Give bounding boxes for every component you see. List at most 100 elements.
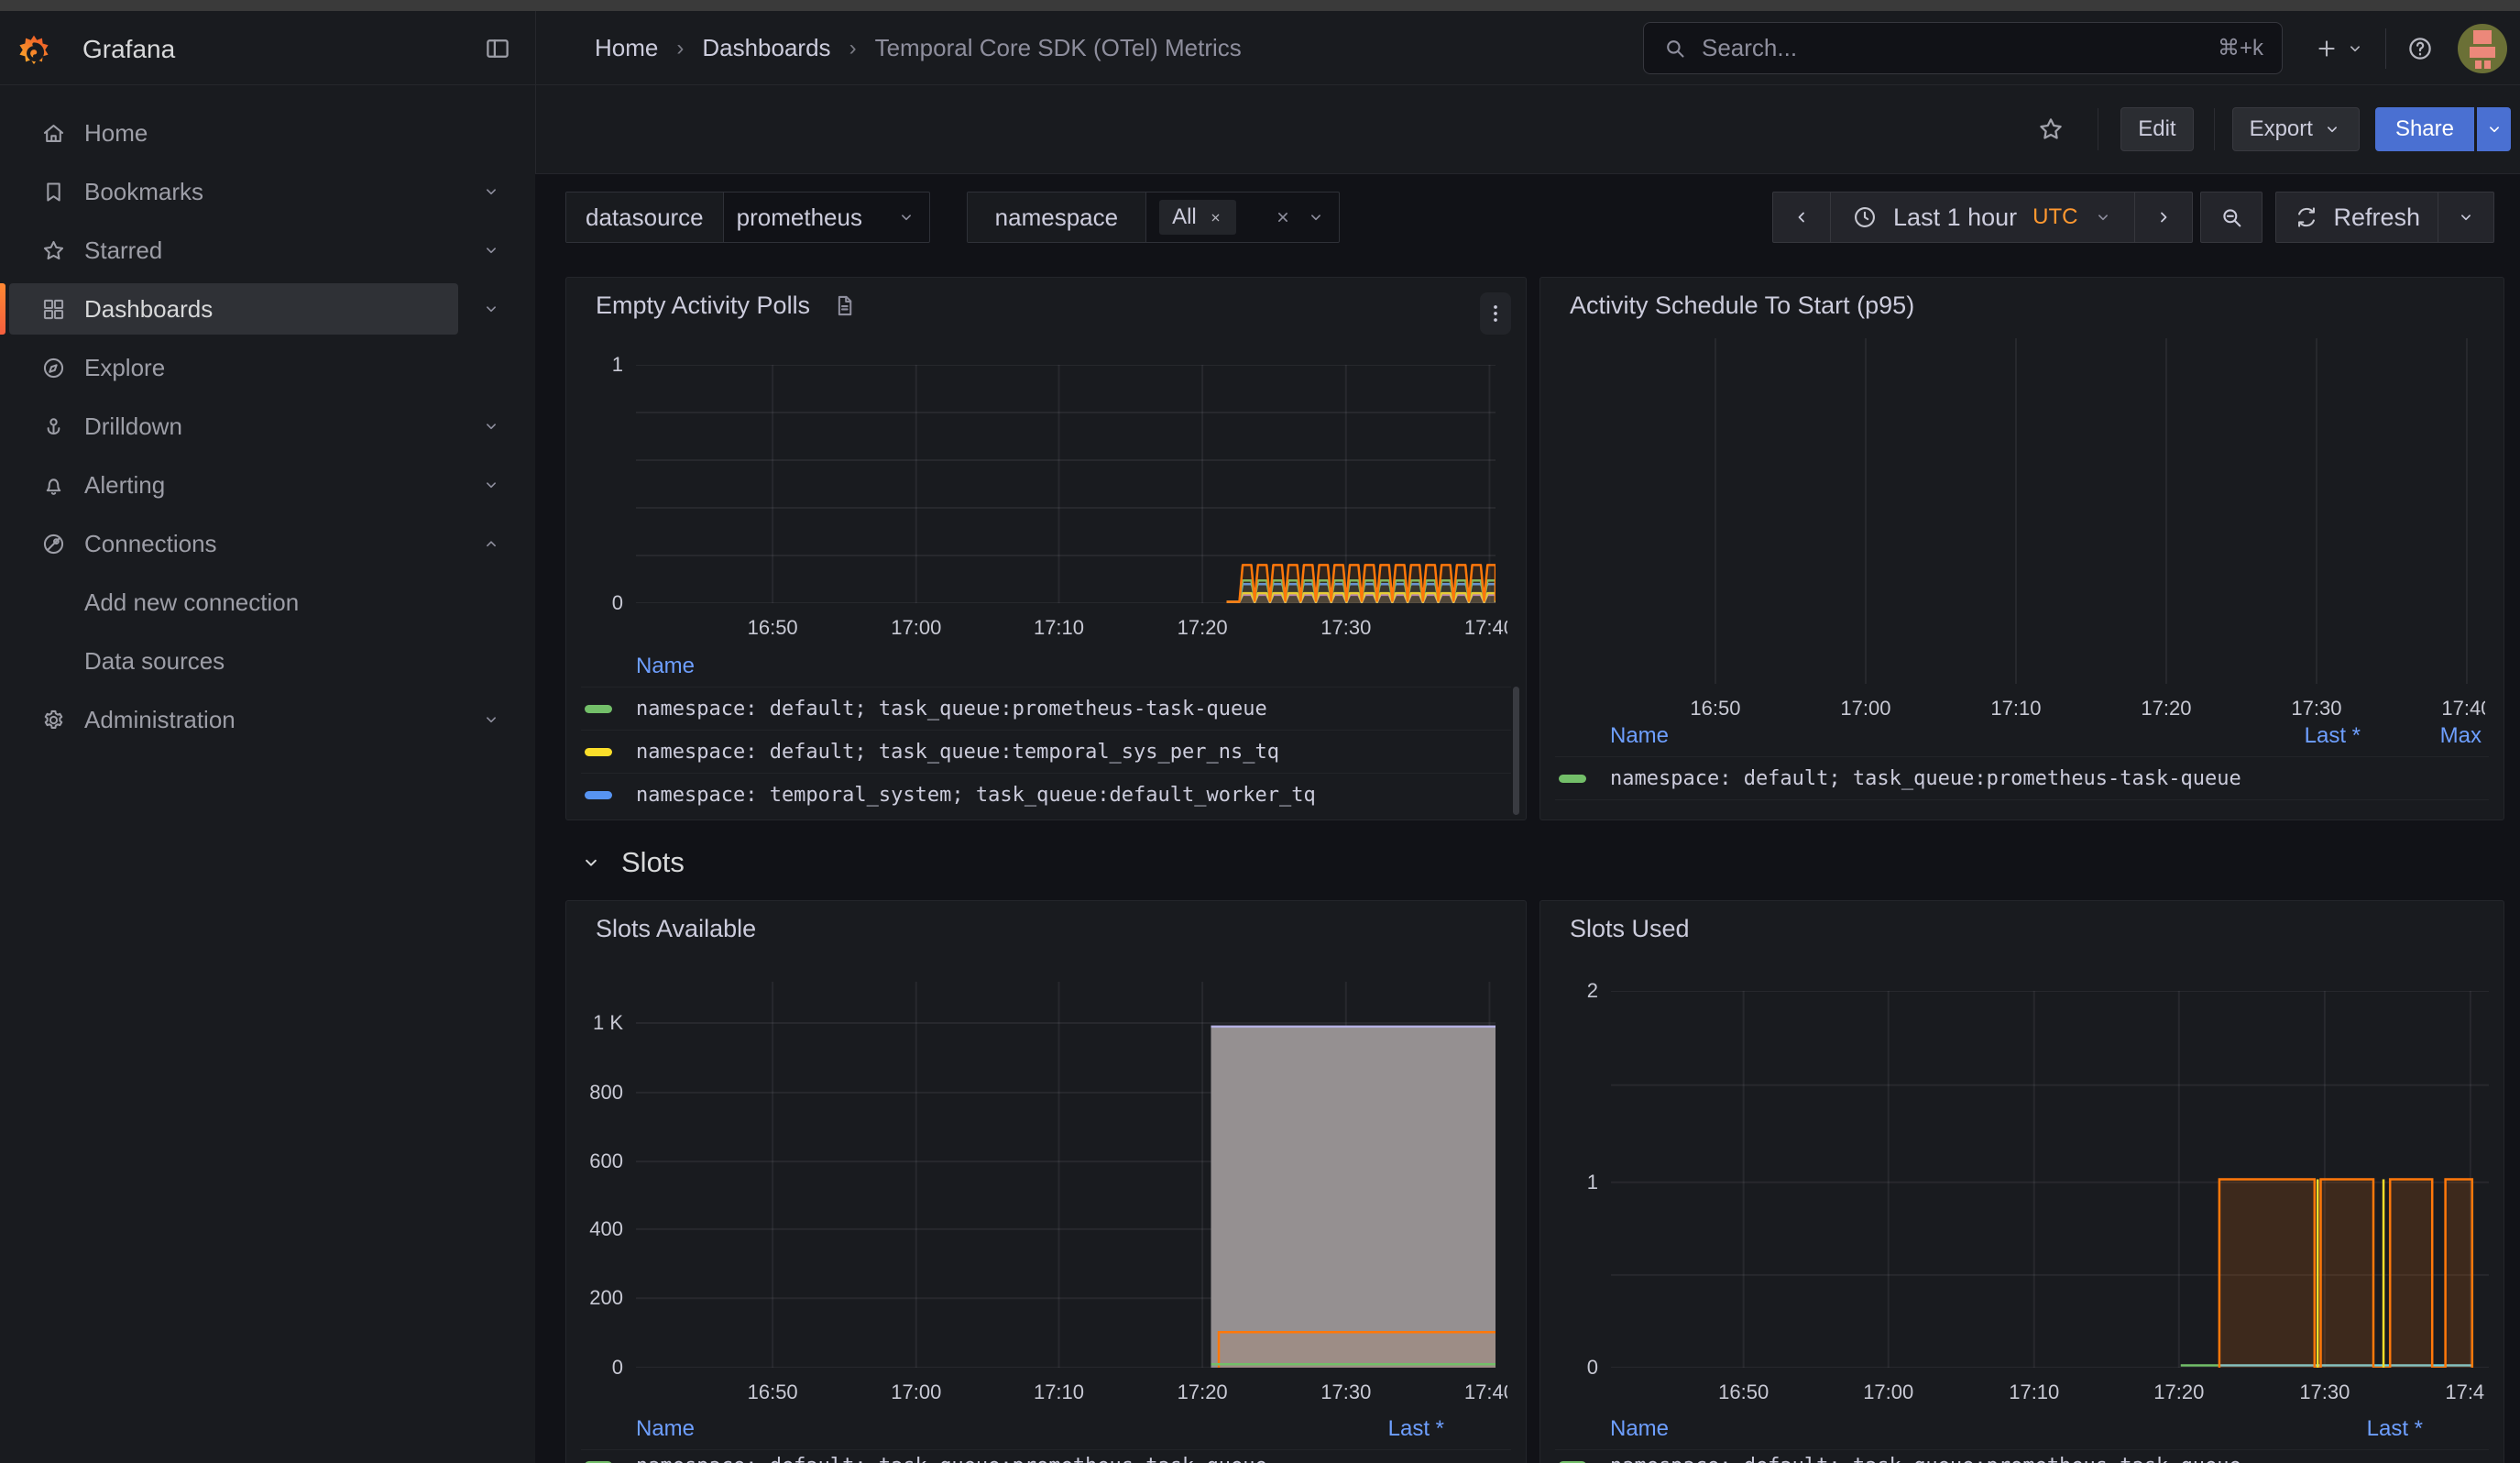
sidebar-item-explore[interactable]: Explore xyxy=(9,342,458,393)
share-dropdown-button[interactable] xyxy=(2474,107,2511,151)
x-axis-label: 17:20 xyxy=(1178,1380,1228,1404)
y-axis-label: 0 xyxy=(565,591,623,615)
x-axis-labels: 16:5017:0017:1017:2017:3017:40 xyxy=(566,616,1507,645)
panel-menu-button[interactable] xyxy=(1480,292,1511,335)
chevron-down-icon[interactable] xyxy=(481,240,501,260)
chart-slots-available xyxy=(636,982,1496,1368)
refresh-group: Refresh xyxy=(2275,192,2494,243)
legend-row-partial[interactable]: namespace: default; task_queue:prometheu… xyxy=(581,1449,1511,1463)
legend-row[interactable]: namespace: default; task_queue:prometheu… xyxy=(581,687,1511,730)
breadcrumb-item-dashboards[interactable]: Dashboards xyxy=(702,34,830,62)
sidebar-item-label: Home xyxy=(84,119,148,148)
time-range-picker[interactable]: Last 1 hourUTC xyxy=(1830,192,2134,242)
x-axis-label: 16:50 xyxy=(748,1380,798,1404)
legend-column-last[interactable]: Last * xyxy=(1388,1416,1444,1442)
y-axis-label: 400 xyxy=(565,1217,623,1241)
sidebar-item-label: Administration xyxy=(84,706,236,734)
filter-value[interactable]: prometheus xyxy=(724,192,929,242)
chevron-right-icon xyxy=(2153,206,2175,228)
filter-namespace: namespace All xyxy=(967,192,1340,243)
legend-scrollbar[interactable] xyxy=(1513,687,1519,815)
bell-icon xyxy=(41,473,66,498)
time-back-button[interactable] xyxy=(1773,192,1830,242)
timezone-label: UTC xyxy=(2032,204,2077,230)
sidebar-toggle-button[interactable] xyxy=(484,35,511,62)
add-button[interactable] xyxy=(2303,36,2376,61)
chevron-down-icon[interactable] xyxy=(481,416,501,436)
clear-filter-icon[interactable] xyxy=(1273,207,1293,227)
search-icon xyxy=(1662,36,1687,60)
sidebar-item-label: Connections xyxy=(84,530,217,558)
filter-label: namespace xyxy=(968,192,1146,242)
x-axis-labels: 16:5017:0017:1017:2017:3017:40 xyxy=(1540,1380,2485,1410)
export-button[interactable]: Export xyxy=(2232,107,2360,151)
panel-slots-used: Slots Used 21016:5017:0017:1017:2017:301… xyxy=(1539,900,2504,1463)
drilldown-icon xyxy=(41,414,66,439)
filter-value[interactable]: All xyxy=(1146,192,1339,242)
sidebar-item-bookmarks[interactable]: Bookmarks xyxy=(9,166,458,217)
panel-description-icon[interactable] xyxy=(832,293,857,318)
zoom-out-group xyxy=(2200,192,2263,243)
legend-row[interactable]: namespace: default; task_queue:prometheu… xyxy=(1555,756,2489,799)
sidebar-item-label: Explore xyxy=(84,354,165,382)
row-slots[interactable]: Slots xyxy=(579,839,685,886)
remove-tag-icon[interactable] xyxy=(1208,210,1223,226)
user-avatar[interactable] xyxy=(2458,24,2507,73)
sidebar-item-alerting[interactable]: Alerting xyxy=(9,459,458,511)
refresh-interval-dropdown[interactable] xyxy=(2438,192,2493,242)
grafana-flame-icon xyxy=(15,33,53,72)
y-axis-label: 1 xyxy=(565,353,623,377)
chevron-down-icon xyxy=(896,207,916,227)
edit-button[interactable]: Edit xyxy=(2120,107,2193,151)
legend-row[interactable]: namespace: default; task_queue:temporal_… xyxy=(581,730,1511,773)
sidebar-item-label: Bookmarks xyxy=(84,178,203,206)
x-axis-label: 16:50 xyxy=(1718,1380,1769,1404)
dashboard-canvas: datasourceprometheusnamespaceAll Last 1 … xyxy=(536,175,2520,1463)
sidebar-item-label: Add new connection xyxy=(84,588,299,617)
chevron-down-icon[interactable] xyxy=(481,710,501,730)
share-button[interactable]: Share xyxy=(2375,107,2474,151)
chevron-up-icon[interactable] xyxy=(481,534,501,554)
chevron-down-icon[interactable] xyxy=(481,299,501,319)
sidebar-item-label: Starred xyxy=(84,236,162,265)
chevron-down-icon xyxy=(481,710,501,730)
time-range-group: Last 1 hourUTC xyxy=(1772,192,2193,243)
legend-column-name[interactable]: Name xyxy=(1610,1416,1669,1442)
search-input[interactable]: Search... ⌘+k xyxy=(1643,22,2283,74)
filter-tag-all[interactable]: All xyxy=(1159,200,1236,235)
legend-row[interactable]: namespace: temporal_system; task_queue:d… xyxy=(581,773,1511,816)
help-button[interactable] xyxy=(2395,35,2445,62)
sidebar-item-administration[interactable]: Administration xyxy=(9,694,458,745)
chevron-down-icon[interactable] xyxy=(1306,207,1326,227)
grafana-logo[interactable] xyxy=(15,33,53,76)
legend-column-name[interactable]: Name xyxy=(1610,723,1669,749)
y-axis-label: 600 xyxy=(565,1150,623,1173)
legend-column-name[interactable]: Name xyxy=(636,1416,695,1442)
legend-row-partial[interactable]: namespace: default; task_queue:prometheu… xyxy=(1555,1449,2489,1463)
refresh-button[interactable]: Refresh xyxy=(2276,192,2438,242)
legend-column-name[interactable]: Name xyxy=(636,654,695,679)
sidebar-item-connections[interactable]: Connections xyxy=(9,518,458,569)
chart-slots-used xyxy=(1611,991,2489,1368)
legend-column-max[interactable]: Max xyxy=(2440,723,2482,749)
sidebar-item-drilldown[interactable]: Drilldown xyxy=(9,401,458,452)
chevron-down-icon[interactable] xyxy=(481,182,501,202)
legend-column-last[interactable]: Last * xyxy=(2305,723,2361,749)
breadcrumb-item-home[interactable]: Home xyxy=(595,34,658,62)
sidebar-item-data-sources[interactable]: Data sources xyxy=(9,635,458,687)
y-axis-label: 1 K xyxy=(565,1011,623,1035)
x-axis-label: 17:00 xyxy=(891,616,941,640)
chevron-down-icon[interactable] xyxy=(481,475,501,495)
sidebar-item-starred[interactable]: Starred xyxy=(9,225,458,276)
legend-column-last[interactable]: Last * xyxy=(2367,1416,2423,1442)
sidebar-item-dashboards[interactable]: Dashboards xyxy=(9,283,458,335)
zoom-out-button[interactable] xyxy=(2201,192,2262,242)
panel-slots-available: Slots Available 1 K800600400200016:5017:… xyxy=(565,900,1527,1463)
sidebar-item-home[interactable]: Home xyxy=(9,107,458,159)
window-top-strip xyxy=(0,0,2520,11)
row-title: Slots xyxy=(621,846,685,879)
star-dashboard-button[interactable] xyxy=(2037,116,2065,143)
time-forward-button[interactable] xyxy=(2134,192,2192,242)
sidebar-item-add-new-connection[interactable]: Add new connection xyxy=(9,577,458,628)
breadcrumb-item-temporal-core-sdk-otel-metrics[interactable]: Temporal Core SDK (OTel) Metrics xyxy=(875,34,1242,62)
